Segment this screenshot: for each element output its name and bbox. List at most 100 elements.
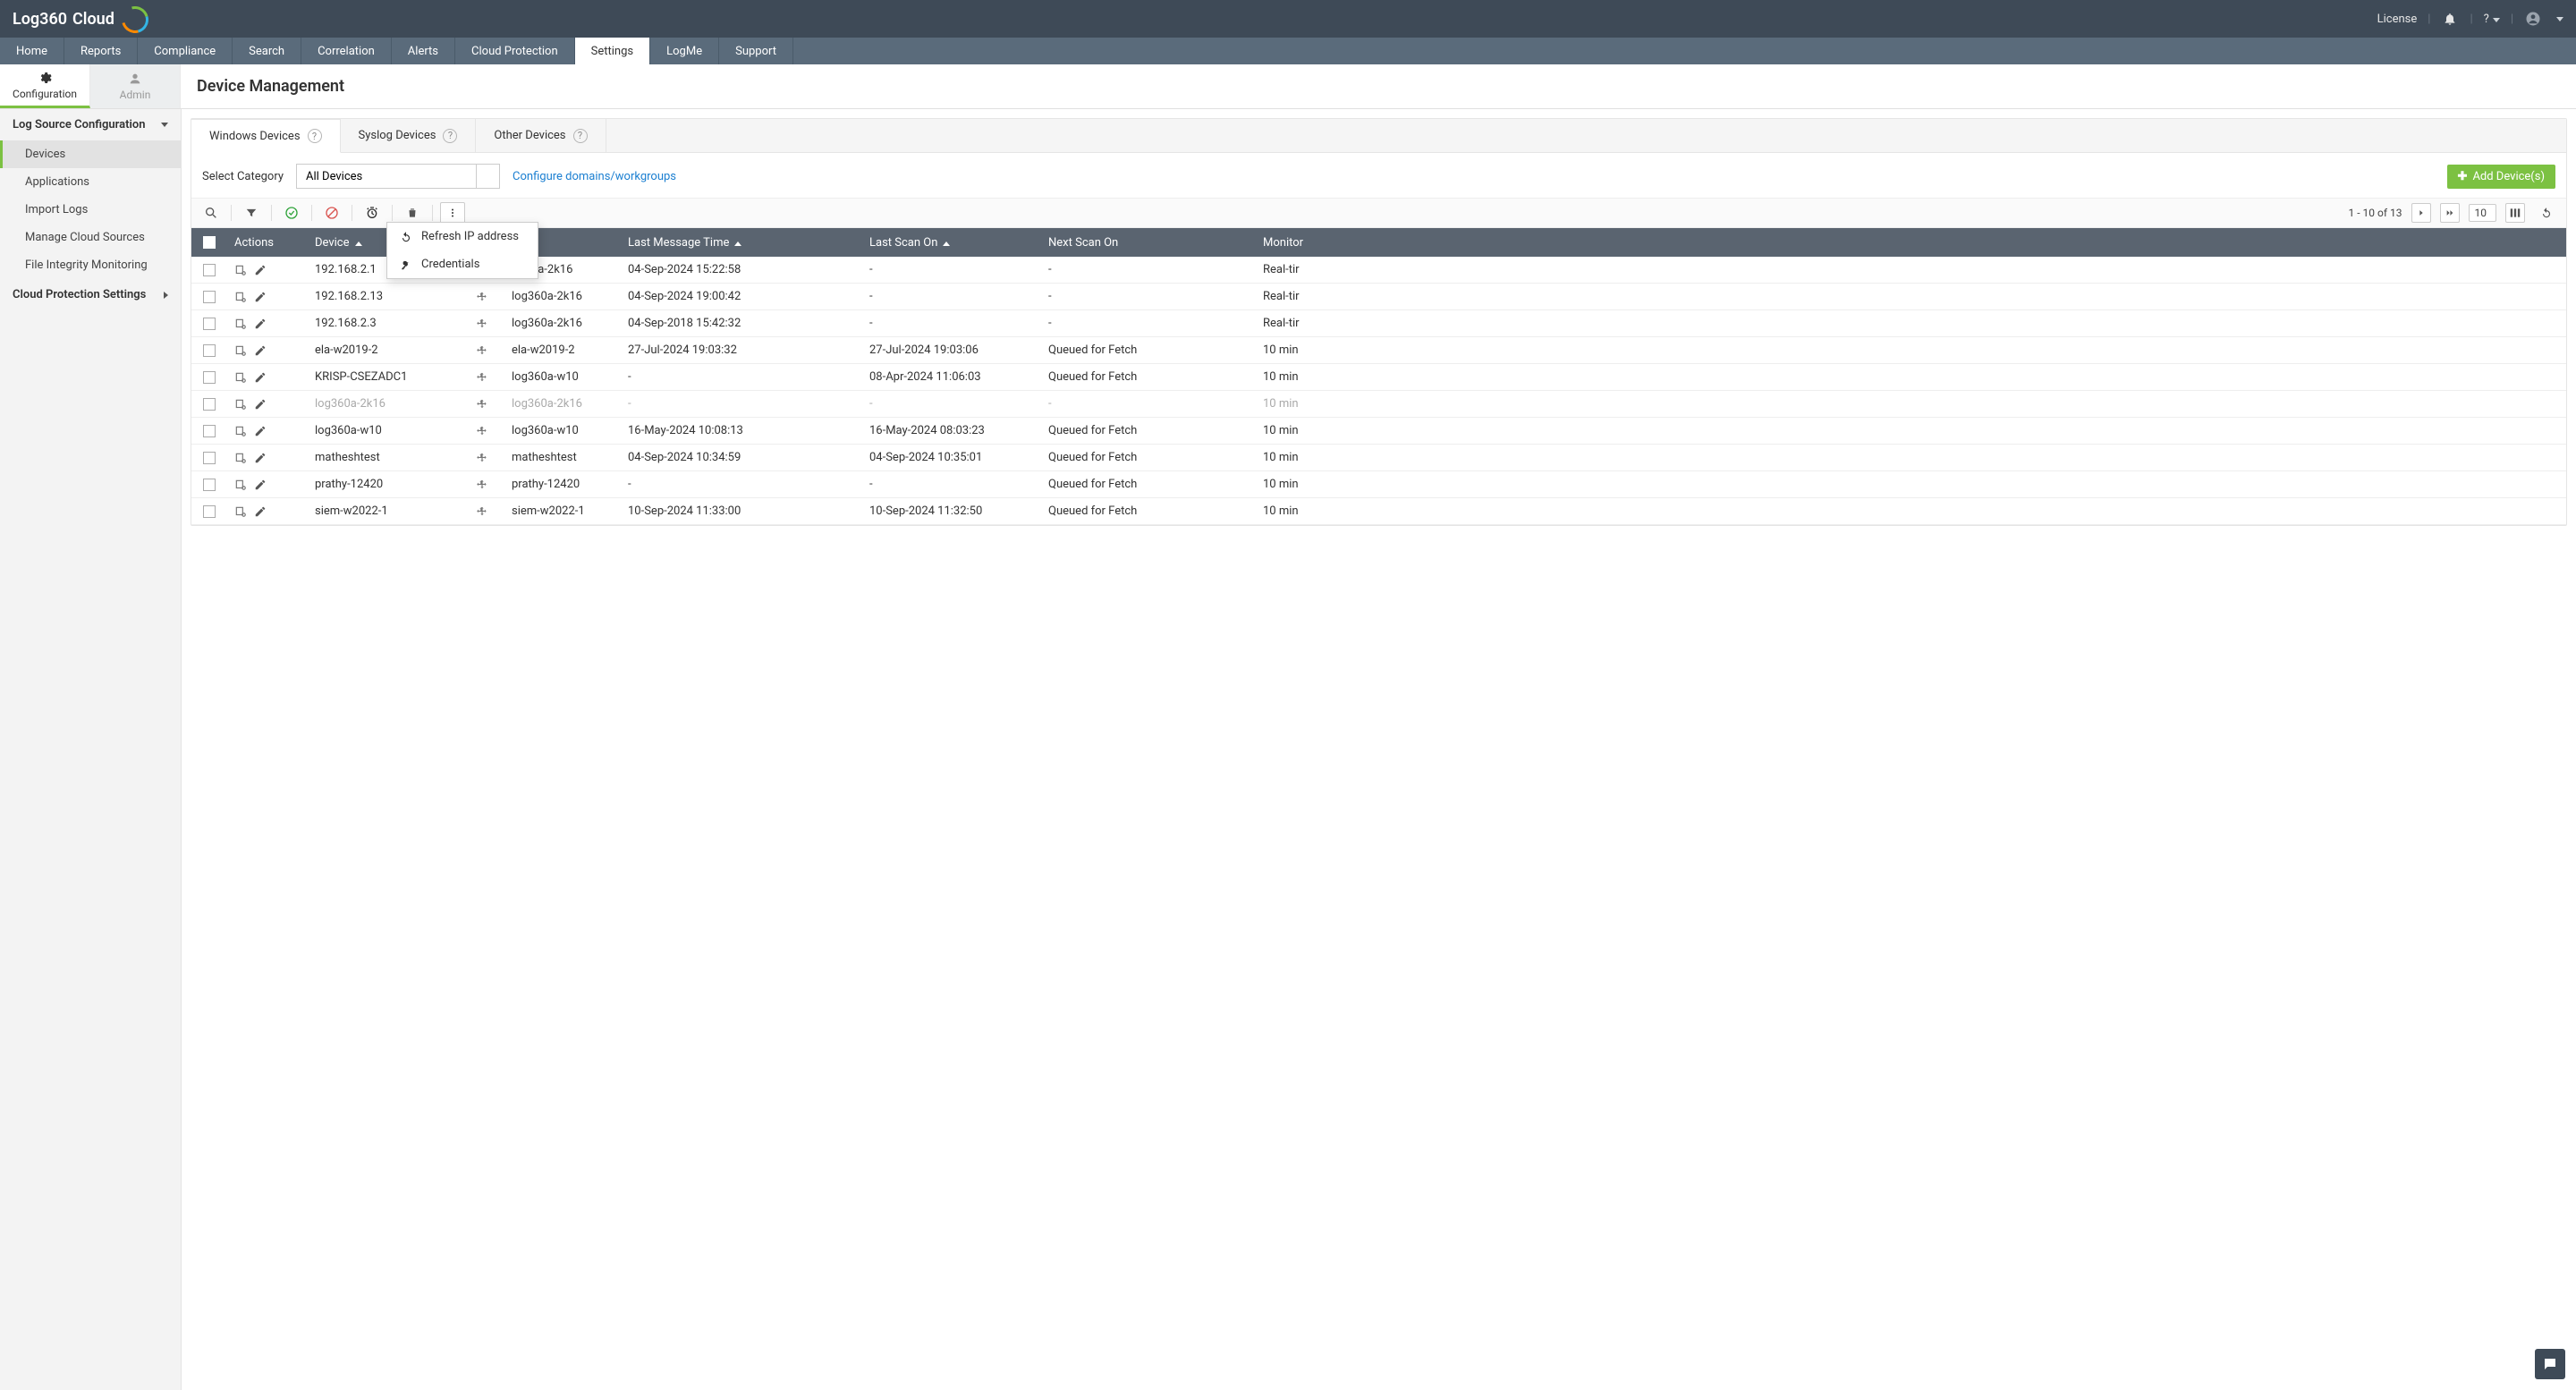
nav-tab-alerts[interactable]: Alerts xyxy=(392,38,455,64)
device-tab-syslog-devices[interactable]: Syslog Devices? xyxy=(341,119,477,152)
user-icon[interactable] xyxy=(2524,10,2542,28)
nav-tab-reports[interactable]: Reports xyxy=(64,38,138,64)
row-actions xyxy=(227,479,308,491)
row-details-icon[interactable] xyxy=(234,291,247,303)
schedule-icon[interactable] xyxy=(360,202,385,224)
row-details-icon[interactable] xyxy=(234,371,247,384)
menu-credentials[interactable]: Credentials xyxy=(387,250,538,278)
agent-upload-icon[interactable] xyxy=(460,398,504,411)
license-link[interactable]: License xyxy=(2377,13,2418,26)
edit-icon[interactable] xyxy=(254,452,267,464)
row-checkbox[interactable] xyxy=(191,398,227,411)
header-last-scan[interactable]: Last Scan On xyxy=(862,236,1041,250)
row-details-icon[interactable] xyxy=(234,264,247,276)
category-select[interactable] xyxy=(296,164,500,189)
nav-tab-home[interactable]: Home xyxy=(0,38,64,64)
nav-tab-logme[interactable]: LogMe xyxy=(650,38,719,64)
edit-icon[interactable] xyxy=(254,479,267,491)
help-link[interactable]: ? xyxy=(2484,13,2500,26)
delete-icon[interactable] xyxy=(400,202,425,224)
nav-tab-compliance[interactable]: Compliance xyxy=(138,38,233,64)
row-details-icon[interactable] xyxy=(234,398,247,411)
row-details-icon[interactable] xyxy=(234,425,247,437)
edit-icon[interactable] xyxy=(254,371,267,384)
row-checkbox[interactable] xyxy=(191,505,227,518)
agent-upload-icon[interactable] xyxy=(460,371,504,384)
help-icon[interactable]: ? xyxy=(573,129,588,143)
row-details-icon[interactable] xyxy=(234,318,247,330)
edit-icon[interactable] xyxy=(254,318,267,330)
column-chooser-icon[interactable] xyxy=(2505,203,2525,223)
sidebar-group-cloud-protection-settings[interactable]: Cloud Protection Settings xyxy=(0,279,181,310)
bell-icon[interactable] xyxy=(2441,10,2459,28)
edit-icon[interactable] xyxy=(254,425,267,437)
cell-last-scan: 08-Apr-2024 11:06:03 xyxy=(862,370,1041,384)
pagination-range: 1 - 10 of 13 xyxy=(2349,207,2402,219)
page-size-select[interactable]: 10 xyxy=(2469,204,2497,222)
page-next-button[interactable] xyxy=(2411,203,2431,223)
category-select-toggle[interactable] xyxy=(476,165,499,188)
filter-icon[interactable] xyxy=(239,202,264,224)
kebab-menu-icon[interactable] xyxy=(440,202,465,224)
agent-upload-icon[interactable] xyxy=(460,344,504,357)
nav-tab-search[interactable]: Search xyxy=(233,38,301,64)
device-tab-windows-devices[interactable]: Windows Devices? xyxy=(191,119,341,153)
sidebar-item-file-integrity-monitoring[interactable]: File Integrity Monitoring xyxy=(0,251,181,279)
refresh-icon[interactable] xyxy=(2534,202,2559,224)
cell-last-message: 10-Sep-2024 11:33:00 xyxy=(621,504,862,518)
enable-icon[interactable] xyxy=(279,202,304,224)
nav-tab-correlation[interactable]: Correlation xyxy=(301,38,392,64)
edit-icon[interactable] xyxy=(254,264,267,276)
row-checkbox[interactable] xyxy=(191,479,227,491)
row-checkbox[interactable] xyxy=(191,264,227,276)
nav-tab-cloud-protection[interactable]: Cloud Protection xyxy=(455,38,575,64)
row-checkbox[interactable] xyxy=(191,291,227,303)
sidebar-group-label: Log Source Configuration xyxy=(13,118,145,131)
row-details-icon[interactable] xyxy=(234,344,247,357)
category-select-value[interactable] xyxy=(297,165,476,188)
row-checkbox[interactable] xyxy=(191,344,227,357)
row-details-icon[interactable] xyxy=(234,479,247,491)
device-tab-other-devices[interactable]: Other Devices? xyxy=(476,119,606,152)
sidebar-item-devices[interactable]: Devices xyxy=(0,140,181,168)
header-last-message[interactable]: Last Message Time xyxy=(621,236,862,250)
agent-upload-icon[interactable] xyxy=(460,452,504,464)
header-next-scan[interactable]: Next Scan On xyxy=(1041,236,1256,250)
sidebar-item-applications[interactable]: Applications xyxy=(0,168,181,196)
add-device-button[interactable]: ✚ Add Device(s) xyxy=(2447,165,2555,189)
separator: | xyxy=(2511,13,2513,26)
row-checkbox[interactable] xyxy=(191,318,227,330)
agent-upload-icon[interactable] xyxy=(460,479,504,491)
row-checkbox[interactable] xyxy=(191,452,227,464)
nav-tab-support[interactable]: Support xyxy=(719,38,793,64)
chat-button[interactable] xyxy=(2535,1349,2565,1379)
header-checkbox[interactable] xyxy=(191,236,227,249)
agent-upload-icon[interactable] xyxy=(460,425,504,437)
row-checkbox[interactable] xyxy=(191,425,227,437)
edit-icon[interactable] xyxy=(254,505,267,518)
sidebar-group-log-source-configuration[interactable]: Log Source Configuration xyxy=(0,109,181,140)
edit-icon[interactable] xyxy=(254,291,267,303)
search-icon[interactable] xyxy=(199,202,224,224)
agent-upload-icon[interactable] xyxy=(460,318,504,330)
disable-icon[interactable] xyxy=(319,202,344,224)
row-details-icon[interactable] xyxy=(234,505,247,518)
row-checkbox[interactable] xyxy=(191,371,227,384)
configure-domains-link[interactable]: Configure domains/workgroups xyxy=(513,170,676,183)
sidebar-collapse-handle[interactable] xyxy=(181,288,182,324)
agent-upload-icon[interactable] xyxy=(460,291,504,303)
edit-icon[interactable] xyxy=(254,344,267,357)
sidebar-item-manage-cloud-sources[interactable]: Manage Cloud Sources xyxy=(0,224,181,251)
header-monitor[interactable]: Monitor xyxy=(1256,236,1327,250)
nav-tab-settings[interactable]: Settings xyxy=(575,38,650,64)
subtab-admin[interactable]: Admin xyxy=(90,64,181,108)
row-details-icon[interactable] xyxy=(234,452,247,464)
agent-upload-icon[interactable] xyxy=(460,505,504,518)
menu-refresh-ip[interactable]: Refresh IP address xyxy=(387,223,538,250)
page-last-button[interactable] xyxy=(2440,203,2460,223)
subtab-configuration[interactable]: Configuration xyxy=(0,64,90,108)
help-icon[interactable]: ? xyxy=(443,129,457,143)
edit-icon[interactable] xyxy=(254,398,267,411)
sidebar-item-import-logs[interactable]: Import Logs xyxy=(0,196,181,224)
help-icon[interactable]: ? xyxy=(308,129,322,143)
